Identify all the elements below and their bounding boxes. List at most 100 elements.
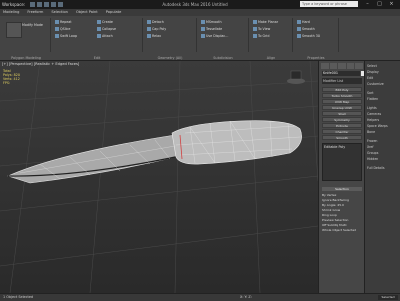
qslice-button[interactable]: QSlice [55,27,70,32]
use-displacement-button[interactable]: Use Displac... [201,34,228,39]
stack-item-editable-poly[interactable]: Editable Poly [323,144,361,150]
tab-object-paint[interactable]: Object Paint [76,9,98,16]
tab-selection[interactable]: Selection [51,9,68,16]
display-tab-icon[interactable] [355,63,363,69]
ribbon-group-edit: Repeat QSlice Swift Loop Create Collapse… [52,18,143,60]
search-input[interactable]: Type a keyword or phrase [300,1,358,7]
maximize-icon[interactable]: □ [375,1,384,7]
hard-button[interactable]: Hard [297,20,310,25]
open-icon[interactable] [37,2,42,7]
selection-rollout-header[interactable]: Selection [322,187,362,191]
knife-blade[interactable] [7,134,181,184]
collapse-button[interactable]: Collapse [97,27,116,32]
create-icon [97,20,101,24]
motion-tab-icon[interactable] [346,63,355,69]
to-view-icon [253,27,257,31]
command-panel: Knife001 Modifier List Edit Poly Turbo S… [318,61,365,293]
modifier-button[interactable]: Turbo Smooth [322,93,362,98]
object-name-field[interactable]: Knife001 [322,71,360,76]
attach-button[interactable]: Attach [97,34,113,39]
modifier-button[interactable]: Shell [322,111,362,116]
perspective-viewport[interactable]: [+] [Perspective] [Realistic + Edged Fac… [0,61,318,293]
scene-explorer-item[interactable]: Customize [367,82,384,86]
scene-explorer-item[interactable]: Sort [367,91,374,95]
tab-freeform[interactable]: Freeform [27,9,43,16]
selection-rollout: By Vertex Ignore Backfacing By Angle: 45… [322,193,362,233]
modifier-button[interactable]: Extrude [322,123,362,128]
create-button[interactable]: Create [97,20,113,25]
scene-explorer-item[interactable]: Space Warps [367,124,388,128]
swift-loop-button[interactable]: Swift Loop [55,34,77,39]
scene-explorer-item[interactable]: Cameras [367,112,381,116]
ribbon-group-label: Subdivision [213,56,233,60]
smooth-30-button[interactable]: Smooth 30 [297,34,320,39]
ribbon-group-label: Properties [307,56,325,60]
to-view-button[interactable]: To View [253,27,270,32]
modifier-list-dropdown[interactable]: Modifier List [322,78,362,84]
minimize-icon[interactable]: – [363,1,372,7]
viewcube-icon[interactable] [287,70,305,84]
scene-explorer-item[interactable]: Display [367,70,379,74]
title-bar: Workspace: Default Autodesk 3ds Max 2016… [0,0,400,14]
new-icon[interactable] [30,2,35,7]
close-icon[interactable]: × [387,1,396,7]
modify-tab-icon[interactable] [329,63,338,69]
scene-explorer-item[interactable]: Select [367,64,377,68]
to-grid-button[interactable]: To Grid [253,34,269,39]
scene-explorer-item[interactable]: Edit [367,76,373,80]
relax-button[interactable]: Relax [147,34,161,39]
modifier-button[interactable]: UVW Map [322,99,362,104]
displace-icon [201,34,205,38]
tab-populate[interactable]: Populate [106,9,122,16]
scene-explorer-item[interactable]: Helpers [367,118,379,122]
ribbon-tabs: Modeling Freeform Selection Object Paint… [0,9,400,16]
make-planar-button[interactable]: Make Planar [253,20,278,25]
ribbon-group-properties: Hard Smooth Smooth 30 Properties [294,18,339,60]
modify-mode-icon[interactable] [6,22,22,38]
modifier-button[interactable]: Chamfer [322,129,362,134]
scene-explorer-item[interactable]: Lights [367,106,377,110]
workspace-button[interactable]: Workspace: Default [2,1,30,14]
quick-access-toolbar [30,1,90,8]
tab-modeling[interactable]: Modeling [3,9,19,16]
collapse-icon [97,27,101,31]
scene-explorer-item[interactable]: Full Details [367,166,385,170]
detach-button[interactable]: Detach [147,20,164,25]
save-icon[interactable] [44,2,49,7]
viewport-canvas[interactable] [0,61,318,293]
modifier-button[interactable]: Unwrap UVW [322,105,362,110]
modifier-button[interactable]: Smooth [322,135,362,140]
modifier-button[interactable]: Symmetry [322,117,362,122]
modifier-stack[interactable]: Editable Poly [322,143,362,181]
ribbon: Modify Mode Polygon Modeling Repeat QSli… [0,16,400,61]
swift-loop-icon [55,34,59,38]
ribbon-group-label: Edit [93,56,101,60]
tessellate-button[interactable]: Tessellate [201,27,222,32]
cap-poly-button[interactable]: Cap Poly [147,27,166,32]
relax-icon [147,34,151,38]
repeat-button[interactable]: Repeat [55,20,72,25]
viewport-label[interactable]: [+] [Perspective] [Realistic + Edged Fac… [2,62,79,66]
hierarchy-tab-icon[interactable] [338,63,346,69]
undo-icon[interactable] [51,2,56,7]
scene-explorer-item[interactable]: Bone [367,130,375,134]
window-title: Autodesk 3ds Max 2016 Untitled [162,2,228,7]
create-tab-icon[interactable] [321,63,329,69]
redo-icon[interactable] [58,2,63,7]
selection-status: Whole Object Selected [322,228,357,232]
selected-dropdown[interactable]: Selected [378,295,398,300]
ribbon-group-subdivision: MSmooth Tessellate Use Displac... Subdiv… [198,18,249,60]
qslice-icon [55,27,59,31]
scene-explorer-item[interactable]: Flatten [367,97,378,101]
viewport-statistics: Total Polys: 820 Verts: 412 FPS: [3,69,20,85]
knife-handle[interactable] [171,120,302,165]
scene-explorer-item[interactable]: Hidden [367,157,378,161]
scene-explorer-item[interactable]: Frozen [367,139,377,143]
repeat-icon [55,20,59,24]
modifier-button[interactable]: Edit Poly [322,87,362,92]
modify-mode-button[interactable]: Modify Mode [22,23,43,28]
smooth-button[interactable]: Smooth [297,27,315,32]
msmooth-button[interactable]: MSmooth [201,20,222,25]
scene-explorer-item[interactable]: Xref [367,145,374,149]
scene-explorer-item[interactable]: Groups [367,151,378,155]
